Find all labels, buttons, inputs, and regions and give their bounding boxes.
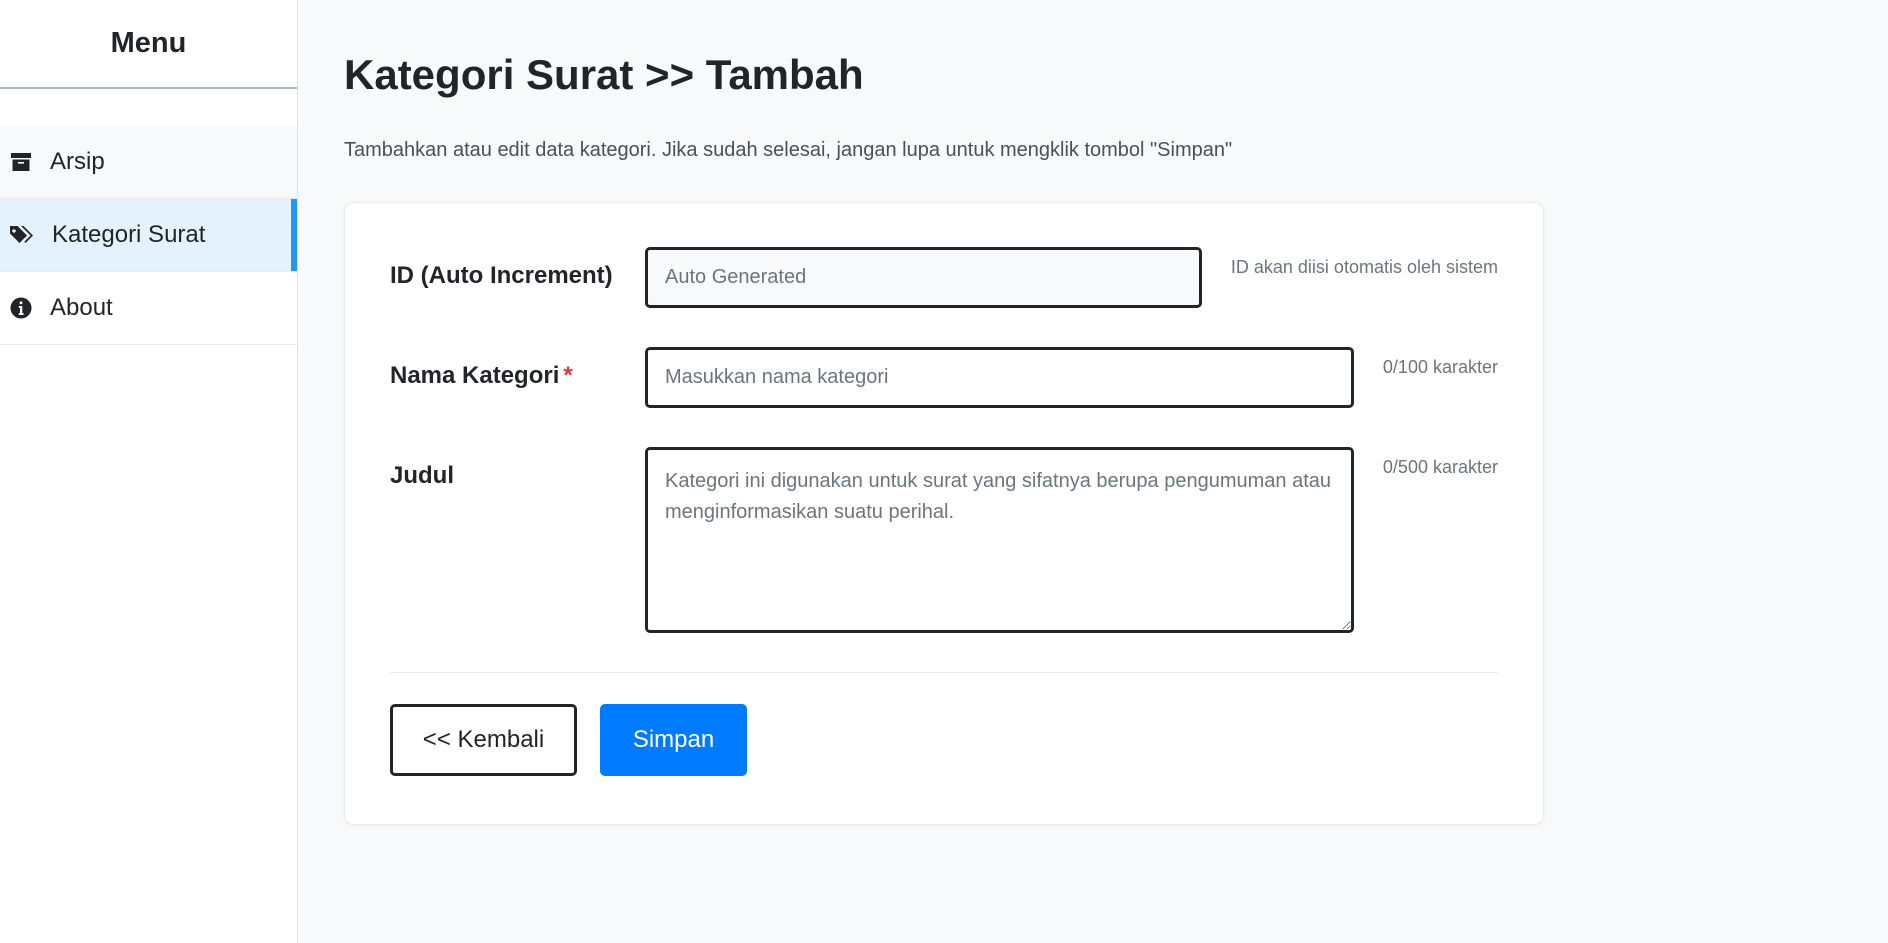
name-char-counter: 0/100 karakter — [1382, 357, 1498, 378]
sidebar-item-label: About — [50, 294, 113, 321]
sidebar-header: Menu — [0, 0, 297, 89]
sidebar-item-kategori-surat[interactable]: Kategori Surat — [0, 199, 297, 272]
name-field-label-text: Nama Kategori — [390, 362, 560, 390]
main-content: Kategori Surat >> Tambah Tambahkan atau … — [298, 0, 1888, 943]
sidebar-item-about[interactable]: About — [0, 272, 297, 345]
sidebar-nav: Arsip Kategori Surat About — [0, 126, 297, 345]
form-actions: << Kembali Simpan — [390, 704, 1498, 777]
title-field-label: Judul — [390, 462, 454, 490]
sidebar-item-label: Kategori Surat — [52, 221, 206, 248]
sidebar-title: Menu — [110, 27, 187, 59]
archive-icon — [9, 150, 33, 174]
category-name-input[interactable] — [645, 347, 1354, 409]
sidebar: Menu Arsip Kategori Surat About — [0, 0, 298, 943]
name-field-label: Nama Kategori * — [390, 347, 645, 390]
id-field-label: ID (Auto Increment) — [390, 262, 613, 290]
title-textarea[interactable] — [645, 447, 1354, 634]
page-description: Tambahkan atau edit data kategori. Jika … — [344, 139, 1233, 162]
save-button[interactable]: Simpan — [600, 704, 747, 777]
required-marker: * — [563, 362, 573, 390]
info-circle-icon — [9, 296, 33, 320]
id-field-hint: ID akan diisi otomatis oleh sistem — [1230, 257, 1498, 278]
tags-icon — [9, 223, 33, 247]
page-title: Kategori Surat >> Tambah — [344, 51, 864, 98]
sidebar-item-label: Arsip — [50, 148, 105, 175]
title-char-counter: 0/500 karakter — [1382, 457, 1498, 478]
form-card: ID (Auto Increment) ID akan diisi otomat… — [344, 202, 1544, 826]
sidebar-item-arsip[interactable]: Arsip — [0, 126, 297, 199]
app-layout: Menu Arsip Kategori Surat About Kategori… — [0, 0, 1888, 943]
id-field-row: ID (Auto Increment) ID akan diisi otomat… — [390, 247, 1498, 309]
id-field-input[interactable] — [645, 247, 1202, 309]
back-button[interactable]: << Kembali — [390, 704, 577, 777]
title-field-row: Judul 0/500 karakter — [390, 447, 1498, 634]
name-field-row: Nama Kategori* 0/100 karakter — [390, 347, 1498, 409]
form-divider — [390, 672, 1498, 674]
